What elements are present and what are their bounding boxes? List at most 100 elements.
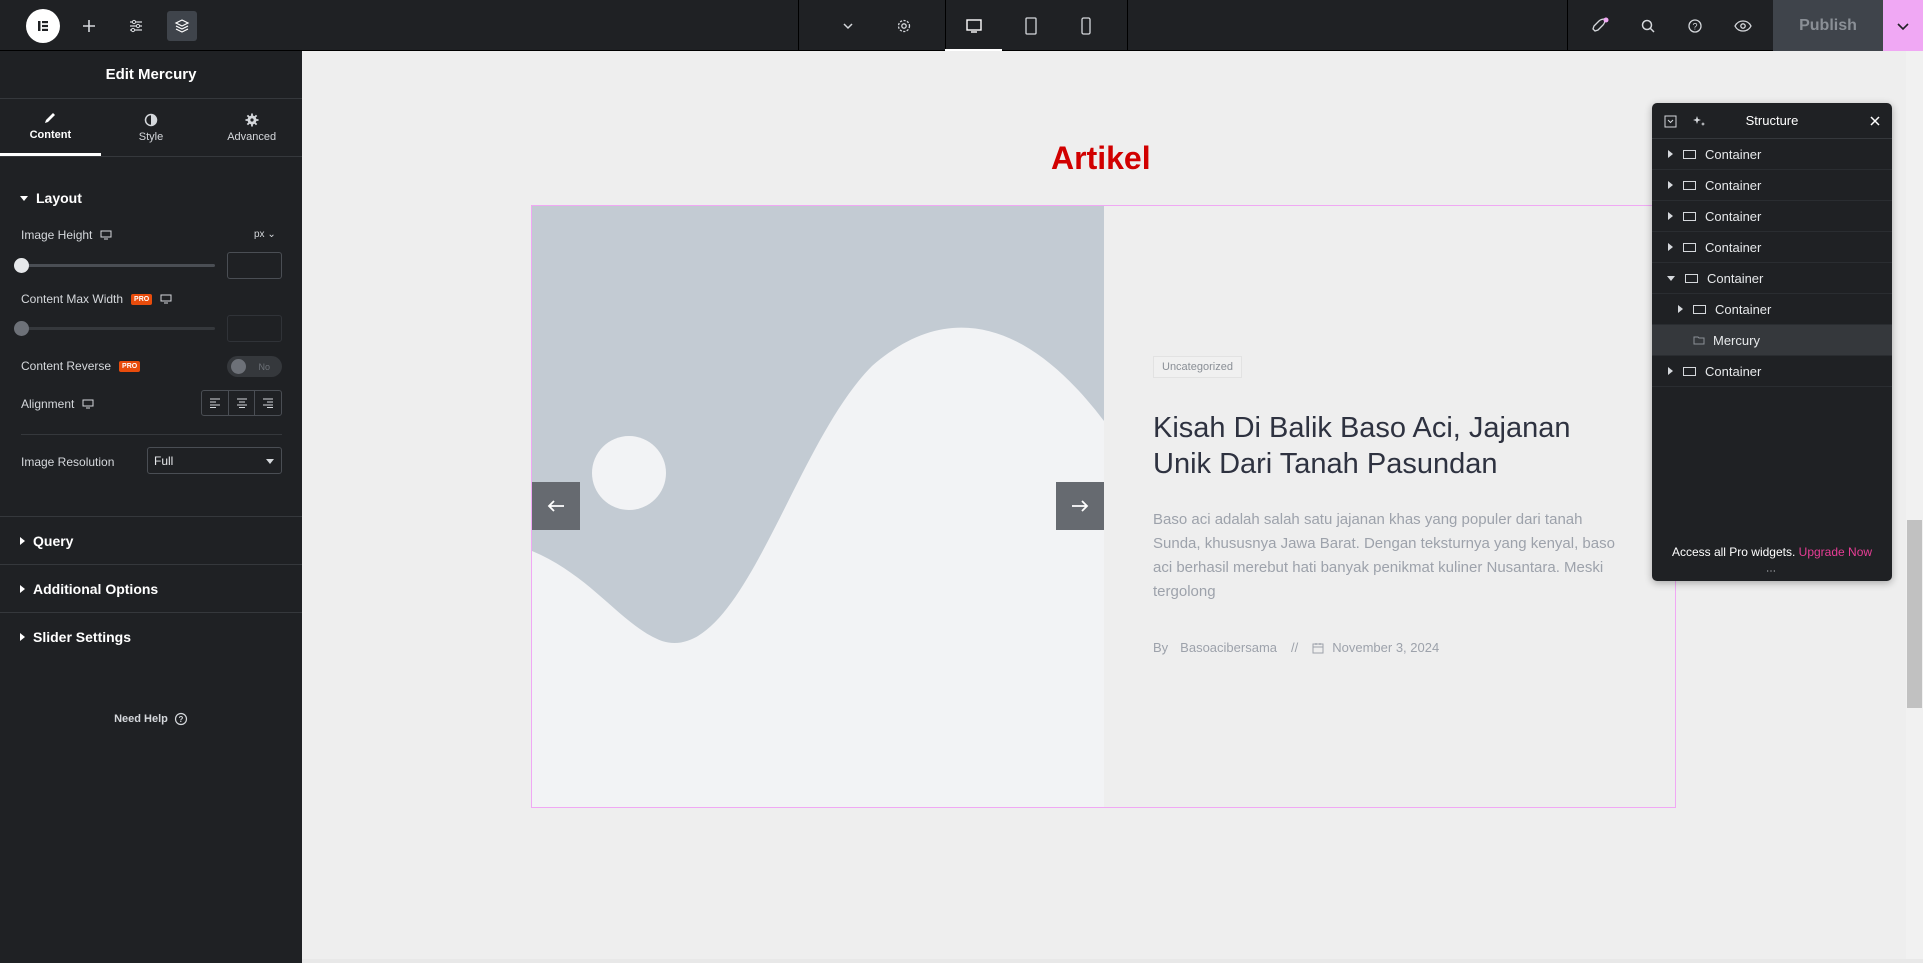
container-icon [1683,149,1696,159]
publish-options-chevron-icon[interactable] [1883,0,1923,51]
collapse-all-icon[interactable] [1664,115,1677,128]
align-right-icon[interactable] [255,391,281,415]
article-excerpt: Baso aci adalah salah satu jajanan khas … [1153,511,1615,600]
desktop-icon[interactable] [959,11,989,41]
align-left-icon[interactable] [202,391,229,415]
category-badge[interactable]: Uncategorized [1153,356,1242,378]
mercury-widget-outline [531,205,1676,808]
close-icon[interactable] [1870,116,1880,126]
tab-advanced[interactable]: Advanced [201,99,302,156]
content-max-width-input[interactable] [227,315,282,342]
section-title: Additional Options [33,581,159,597]
image-resolution-select[interactable]: Full [147,447,282,474]
content-max-width-label: Content Max Width PRO [21,292,172,306]
label-text: Content Reverse [21,359,112,373]
structure-item[interactable]: Container [1652,139,1892,170]
canvas-scrollbar[interactable] [1906,51,1923,959]
help-icon: ? [174,712,187,726]
label-text: Alignment [21,397,75,411]
alignment-label: Alignment [21,397,94,411]
align-center-icon[interactable] [229,391,256,415]
container-icon [1683,211,1696,221]
section-layout[interactable]: Layout [0,174,302,222]
toggle-knob [231,359,246,374]
unit-selector[interactable]: px ⌄ [254,229,276,240]
meta-by: By [1153,640,1169,655]
meta-author[interactable]: Basoacibersama [1180,640,1277,655]
structure-item[interactable]: Container [1652,232,1892,263]
canvas-scrollbar-thumb[interactable] [1907,520,1922,708]
expand-arrow-icon [1668,150,1673,158]
search-icon[interactable] [1633,11,1663,41]
divider [21,434,282,435]
publish-button[interactable]: Publish [1773,0,1883,51]
item-label: Container [1705,208,1762,224]
unit-value: px [254,229,265,240]
contrast-icon [144,113,158,126]
structure-layers-icon[interactable] [167,11,197,41]
add-element-icon[interactable] [74,11,104,41]
container-icon [1683,366,1696,376]
svg-text:?: ? [178,715,183,724]
expand-arrow-icon [1678,305,1683,313]
image-height-slider-thumb[interactable] [14,258,29,273]
content-max-width-slider-thumb[interactable] [14,321,29,336]
image-height-slider-track[interactable] [21,264,215,267]
structure-item[interactable]: Container [1652,263,1892,294]
divider [1127,0,1128,51]
image-height-input[interactable] [227,252,282,279]
section-slider-settings[interactable]: Slider Settings [0,613,302,661]
resize-handle-icon[interactable]: ⋯ [1766,566,1776,577]
content-reverse-toggle[interactable]: No [227,356,282,377]
expand-arrow-icon [1668,243,1673,251]
mercury-widget-icon [1693,336,1705,345]
section-title: Layout [36,190,82,206]
tab-content[interactable]: Content [0,99,101,156]
mobile-icon[interactable] [1071,11,1101,41]
panel-title: Edit Mercury [0,51,302,99]
section-heading[interactable]: Artikel [1051,140,1151,177]
need-help-link[interactable]: Need Help ? [0,712,302,726]
container-icon [1685,273,1698,283]
content-max-width-slider-track[interactable] [21,327,215,330]
structure-item[interactable]: Container [1652,294,1892,325]
tab-style[interactable]: Style [101,99,202,156]
alignment-control [201,390,282,416]
structure-item[interactable]: Container [1652,356,1892,387]
help-icon[interactable]: ? [1680,11,1710,41]
tab-label: Style [138,130,164,143]
upgrade-now-link[interactable]: Upgrade Now [1799,545,1872,559]
responsive-desktop-icon[interactable] [82,399,94,409]
structure-title: Structure [1745,113,1799,128]
item-label: Mercury [1713,332,1760,348]
tab-label: Advanced [227,130,277,143]
responsive-desktop-icon[interactable] [100,230,112,240]
item-label: Container [1707,270,1764,286]
pro-badge: PRO [131,293,153,305]
image-height-label: Image Height [21,228,112,242]
article-title[interactable]: Kisah Di Balik Baso Aci, Jajanan Unik Da… [1153,410,1633,482]
divider [1567,0,1568,51]
collapse-arrow-icon [1667,275,1675,281]
structure-header: Structure [1652,103,1892,139]
section-query[interactable]: Query [0,517,302,565]
label-text: Image Height [21,228,93,242]
tablet-icon[interactable] [1016,11,1046,41]
chevron-down-icon[interactable] [833,11,863,41]
ai-sparkle-icon[interactable] [1692,115,1706,128]
preview-eye-icon[interactable] [1728,11,1758,41]
elementor-logo-icon[interactable] [26,9,60,43]
responsive-desktop-icon[interactable] [160,294,172,304]
site-settings-icon[interactable] [121,11,151,41]
structure-item[interactable]: Container [1652,201,1892,232]
item-label: Container [1705,363,1762,379]
whats-new-rocket-icon[interactable] [1585,11,1615,41]
structure-item-selected[interactable]: Mercury [1652,325,1892,356]
page-settings-gear-icon[interactable] [889,11,919,41]
container-icon [1683,242,1696,252]
item-label: Container [1705,177,1762,193]
select-value: Full [154,454,174,468]
structure-item[interactable]: Container [1652,170,1892,201]
section-additional-options[interactable]: Additional Options [0,565,302,613]
item-label: Container [1705,239,1762,255]
